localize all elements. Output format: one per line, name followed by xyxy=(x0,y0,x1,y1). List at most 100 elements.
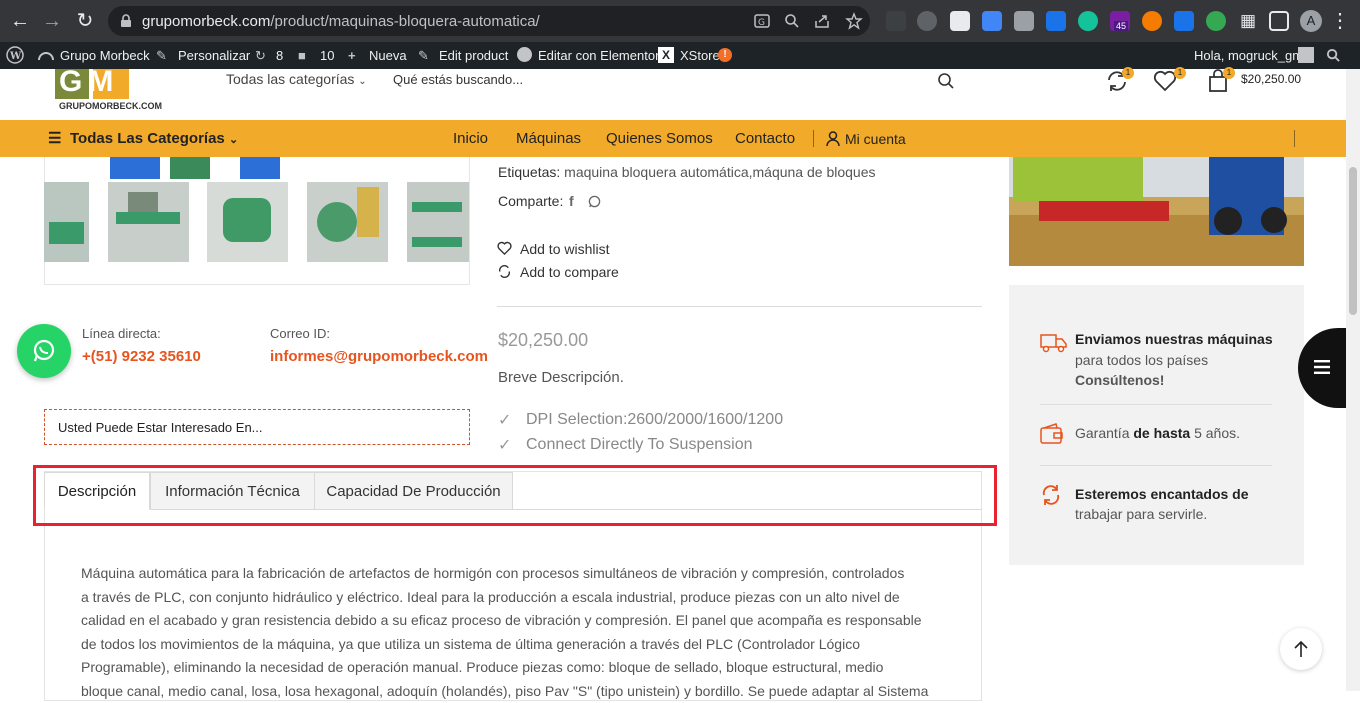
grammarly-extension-icon[interactable] xyxy=(1078,11,1098,31)
chevron-down-icon: ⌄ xyxy=(358,76,366,87)
page-scrollbar[interactable] xyxy=(1346,69,1360,691)
warranty-text: Garantía de hasta 5 años. xyxy=(1075,425,1240,441)
shipping-title: Enviamos nuestras máquinas xyxy=(1075,331,1273,347)
gallery-thumbnail[interactable] xyxy=(108,182,189,262)
wp-search-icon[interactable] xyxy=(1326,48,1341,63)
whatsapp-icon xyxy=(31,338,57,364)
profile-avatar[interactable]: A xyxy=(1300,10,1322,32)
video-extension-icon[interactable] xyxy=(1174,11,1194,31)
search-input[interactable]: Qué estás buscando... xyxy=(393,72,523,87)
side-menu-toggle[interactable] xyxy=(1298,328,1348,408)
all-categories-label: Todas Las Categorías xyxy=(70,130,225,147)
nav-item-account[interactable]: Mi cuenta xyxy=(845,131,906,147)
s-extension-icon[interactable] xyxy=(1046,11,1066,31)
updates-icon: ↻ xyxy=(255,48,266,64)
wp-updates-count[interactable]: 8 xyxy=(276,48,283,63)
camera-extension-icon[interactable] xyxy=(1014,11,1034,31)
gallery-thumbnail[interactable] xyxy=(44,182,89,262)
sidebar-banner-image[interactable] xyxy=(1009,157,1304,266)
contact-us-link[interactable]: Consúltenos! xyxy=(1075,372,1164,388)
email-address[interactable]: informes@grupomorbeck.com xyxy=(270,348,488,365)
browser-menu-icon[interactable]: ⋮ xyxy=(1328,9,1352,33)
screen-extension-icon[interactable] xyxy=(950,11,970,31)
orange-extension-icon[interactable] xyxy=(1142,11,1162,31)
site-logo[interactable]: GM GRUPOMORBECK.COM xyxy=(53,69,163,113)
facebook-icon[interactable]: f xyxy=(569,193,574,209)
bookmark-star-icon[interactable] xyxy=(845,12,863,30)
badge-extension-icon[interactable]: 45 xyxy=(1110,11,1130,31)
nav-item-contacto[interactable]: Contacto xyxy=(735,130,795,147)
google-translate-extension-icon[interactable] xyxy=(982,11,1002,31)
user-icon xyxy=(826,131,840,147)
tags-links[interactable]: maquina bloquera automática,máquna de bl… xyxy=(564,164,875,180)
add-to-wishlist-link[interactable]: Add to wishlist xyxy=(520,241,609,257)
cart-count-badge: 1 xyxy=(1223,67,1235,79)
globe-extension-icon[interactable] xyxy=(917,11,937,31)
wishlist-heart-icon xyxy=(497,241,512,255)
wp-comments-count[interactable]: 10 xyxy=(320,48,334,63)
svg-text:G: G xyxy=(758,18,765,28)
main-product-image[interactable] xyxy=(90,157,290,179)
gallery-thumbnail[interactable] xyxy=(207,182,288,262)
description-line: bloque canal, medio canal, losa, losa he… xyxy=(81,680,945,703)
wp-site-link[interactable]: Grupo Morbeck xyxy=(60,48,150,63)
share-icon[interactable] xyxy=(814,13,830,29)
email-label: Correo ID: xyxy=(270,326,330,341)
wp-new-link[interactable]: Nueva xyxy=(369,48,407,63)
tags-label: Etiquetas: xyxy=(498,164,560,180)
zoom-icon[interactable] xyxy=(784,13,800,29)
gallery-thumbnail[interactable] xyxy=(307,182,388,262)
description-line: a través de PLC, con conjunto hidráulico… xyxy=(81,586,945,610)
description-line: Máquina automática para la fabricación d… xyxy=(81,562,945,586)
category-select-value: Todas las categorías xyxy=(226,71,354,87)
scrollbar-thumb[interactable] xyxy=(1349,167,1357,315)
nav-item-maquinas[interactable]: Máquinas xyxy=(516,130,581,147)
gallery-thumbnail[interactable] xyxy=(407,182,469,262)
wp-xstore-link[interactable]: XStore xyxy=(680,48,720,63)
wp-elementor-link[interactable]: Editar con Elementor xyxy=(538,48,659,63)
search-icon[interactable] xyxy=(937,72,955,90)
add-to-compare-link[interactable]: Add to compare xyxy=(520,264,619,280)
recycle-extension-icon[interactable] xyxy=(886,11,906,31)
phone-number[interactable]: +(51) 9232 35610 xyxy=(82,348,201,365)
extensions-puzzle-icon[interactable]: ▦ xyxy=(1238,11,1258,31)
wordpress-icon[interactable]: W xyxy=(6,46,24,64)
all-categories-menu[interactable]: Todas Las Categorías ⌄ xyxy=(70,130,238,147)
cart-total[interactable]: $20,250.00 xyxy=(1241,72,1301,86)
check-icon: ✓ xyxy=(498,435,511,455)
hamburger-icon[interactable]: ☰ xyxy=(48,129,61,147)
address-bar[interactable]: grupomorbeck.com/product/maquinas-bloque… xyxy=(108,6,870,36)
wp-user-greeting[interactable]: Hola, mogruck_gm xyxy=(1194,48,1303,63)
nav-divider xyxy=(813,130,814,147)
shipping-subtitle: para todos los países xyxy=(1075,352,1208,368)
wp-edit-product-link[interactable]: Edit product xyxy=(439,48,508,63)
translate-icon[interactable]: G xyxy=(754,13,770,29)
menu-lines-icon xyxy=(1314,360,1330,374)
warranty-bold: de hasta xyxy=(1133,425,1190,441)
compare-arrows-icon xyxy=(497,264,512,279)
dashboard-icon xyxy=(38,48,54,62)
description-line: Programable), eliminando la necesidad de… xyxy=(81,656,945,680)
plus-icon: + xyxy=(348,48,356,63)
nav-item-inicio[interactable]: Inicio xyxy=(453,130,488,147)
feature-item: DPI Selection:2600/2000/1600/1200 xyxy=(526,411,783,429)
pencil-icon: ✎ xyxy=(418,48,429,64)
wp-user-avatar[interactable] xyxy=(1298,47,1314,63)
category-select[interactable]: Todas las categorías ⌄ xyxy=(226,71,367,87)
share-label: Comparte: xyxy=(498,193,563,209)
wp-customize-link[interactable]: Personalizar xyxy=(178,48,250,63)
whatsapp-button[interactable] xyxy=(17,324,71,378)
whatsapp-share-icon[interactable] xyxy=(588,195,601,208)
logo-text: GRUPOMORBECK.COM xyxy=(59,101,162,111)
wp-admin-bar: W Grupo Morbeck ✎ Personalizar ↻ 8 ■ 10 … xyxy=(0,42,1360,69)
lock-icon xyxy=(120,14,132,28)
colorful-extension-icon[interactable] xyxy=(1206,11,1226,31)
back-to-top-button[interactable] xyxy=(1280,628,1322,670)
back-icon[interactable]: ← xyxy=(8,9,32,33)
forward-icon[interactable]: → xyxy=(40,9,64,33)
nav-item-quienes-somos[interactable]: Quienes Somos xyxy=(606,130,713,147)
sidepanel-icon[interactable] xyxy=(1269,11,1289,31)
brush-icon: ✎ xyxy=(156,48,167,64)
chevron-down-icon: ⌄ xyxy=(229,134,238,146)
reload-icon[interactable]: ↻ xyxy=(73,9,97,33)
